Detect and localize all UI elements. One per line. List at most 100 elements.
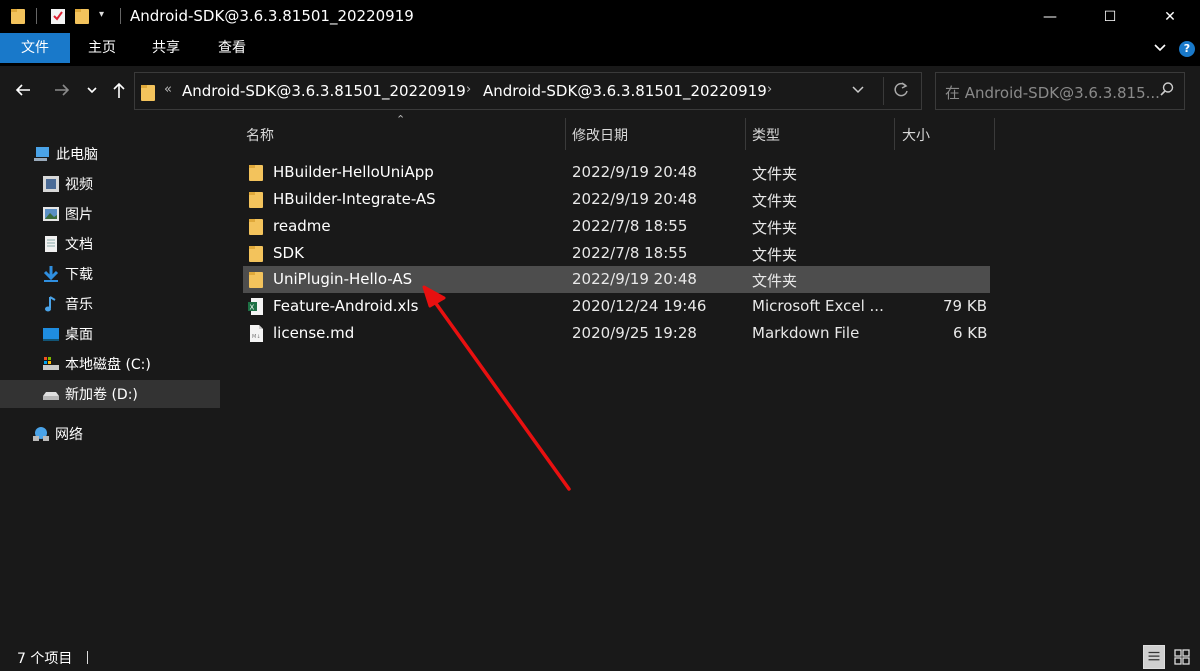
search-input[interactable]: 在 Android-SDK@3.6.3.815... [945, 82, 1160, 103]
breadcrumb-segment[interactable]: Android-SDK@3.6.3.81501_20220919 [182, 82, 466, 100]
tab-file[interactable]: 文件 [0, 33, 70, 63]
maximize-button[interactable]: ☐ [1087, 0, 1133, 33]
svg-text:X: X [250, 304, 255, 312]
file-type: 文件夹 [752, 165, 798, 183]
status-bar: 7 个项目 [0, 641, 1200, 671]
tab-home[interactable]: 主页 [78, 33, 126, 63]
sidebar-item-label: 此电脑 [56, 147, 98, 163]
address-history-chevron-icon[interactable] [851, 83, 865, 97]
folder-icon [249, 246, 263, 262]
file-row[interactable]: HBuilder-HelloUniApp 2022/9/19 20:48 文件夹 [243, 159, 990, 186]
file-type: Microsoft Excel ... [752, 297, 884, 315]
file-name: UniPlugin-Hello-AS [273, 270, 413, 288]
refresh-icon[interactable] [892, 81, 910, 99]
sidebar-item-label: 网络 [55, 427, 83, 443]
folder-icon[interactable] [10, 7, 26, 25]
expand-ribbon-chevron-icon[interactable] [1152, 40, 1168, 56]
item-count: 7 个项目 [17, 651, 73, 667]
tab-view[interactable]: 查看 [208, 33, 256, 63]
back-arrow-icon[interactable] [13, 80, 33, 100]
sidebar-item-label: 本地磁盘 (C:) [65, 357, 151, 373]
help-icon[interactable]: ? [1179, 41, 1195, 57]
file-row[interactable]: readme 2022/7/8 18:55 文件夹 [243, 213, 990, 240]
up-arrow-icon[interactable] [110, 80, 128, 100]
sidebar-item-network[interactable]: 网络 [0, 420, 220, 448]
folder-icon [249, 219, 263, 235]
sort-ascending-icon: ⌃ [396, 113, 406, 126]
column-header-date[interactable]: 修改日期 [572, 125, 628, 145]
column-header-type[interactable]: 类型 [752, 125, 780, 145]
file-row[interactable]: SDK 2022/7/8 18:55 文件夹 [243, 240, 990, 267]
close-button[interactable]: ✕ [1147, 0, 1193, 33]
search-box[interactable]: 在 Android-SDK@3.6.3.815... [935, 72, 1185, 110]
folder-icon [249, 192, 263, 208]
title-separator [36, 8, 37, 24]
sidebar-item-drive-c[interactable]: 本地磁盘 (C:) [0, 350, 220, 378]
status-separator [87, 651, 88, 664]
markdown-file-icon: M↓ [250, 325, 263, 342]
file-type: Markdown File [752, 324, 860, 342]
file-type: 文件夹 [752, 272, 798, 290]
column-header-name[interactable]: 名称 [246, 125, 274, 145]
sidebar-item-videos[interactable]: 视频 [0, 170, 220, 198]
file-name: readme [273, 217, 331, 235]
sidebar-item-music[interactable]: 音乐 [0, 290, 220, 318]
computer-icon [34, 147, 49, 161]
details-view-icon[interactable] [1143, 645, 1165, 669]
recent-locations-chevron-icon[interactable] [86, 84, 98, 96]
address-overflow-icon[interactable]: « [164, 82, 172, 97]
tab-share[interactable]: 共享 [142, 33, 190, 63]
pictures-icon [43, 207, 59, 221]
breadcrumb-segment[interactable]: Android-SDK@3.6.3.81501_20220919 [483, 82, 767, 100]
folder-icon [141, 85, 155, 101]
column-divider[interactable] [565, 118, 566, 150]
address-bar[interactable]: « Android-SDK@3.6.3.81501_20220919 › And… [134, 72, 922, 110]
customize-toolbar-chevron-icon[interactable]: ▾ [99, 9, 115, 27]
minimize-button[interactable]: — [1027, 0, 1073, 33]
column-divider[interactable] [894, 118, 895, 150]
column-header-size[interactable]: 大小 [902, 125, 930, 145]
sidebar-item-documents[interactable]: 文档 [0, 230, 220, 258]
sidebar-item-drive-d[interactable]: 新加卷 (D:) [0, 380, 220, 408]
properties-icon[interactable] [50, 7, 66, 25]
file-size: 6 KB [953, 324, 988, 342]
new-folder-icon[interactable] [74, 7, 90, 25]
file-name: HBuilder-HelloUniApp [273, 163, 434, 181]
file-type: 文件夹 [752, 246, 798, 264]
breadcrumb-chevron-icon[interactable]: › [466, 82, 471, 97]
file-row[interactable]: UniPlugin-Hello-AS 2022/9/19 20:48 文件夹 [243, 266, 990, 293]
file-list: ⌃ 名称 修改日期 类型 大小 HBuilder-HelloUniApp 202… [220, 113, 1200, 641]
sidebar-item-label: 图片 [65, 207, 93, 223]
file-row[interactable]: HBuilder-Integrate-AS 2022/9/19 20:48 文件… [243, 186, 990, 213]
desktop-icon [43, 328, 59, 341]
large-icons-view-icon[interactable] [1172, 646, 1192, 668]
navigation-pane: 此电脑 视频 图片 文档 下载 音乐 桌面 本地磁盘 (C:) 新加卷 (D:)… [0, 116, 220, 641]
file-row[interactable]: X Feature-Android.xls 2020/12/24 19:46 M… [243, 293, 990, 320]
documents-icon [45, 236, 57, 252]
video-icon [43, 176, 59, 192]
file-date: 2020/12/24 19:46 [572, 297, 707, 315]
sidebar-item-desktop[interactable]: 桌面 [0, 320, 220, 348]
ribbon-tabs: 文件 主页 共享 查看 ? [0, 33, 1200, 66]
file-row[interactable]: M↓ license.md 2020/9/25 19:28 Markdown F… [243, 320, 990, 347]
file-date: 2020/9/25 19:28 [572, 324, 697, 342]
file-date: 2022/7/8 18:55 [572, 244, 688, 262]
sidebar-item-downloads[interactable]: 下载 [0, 260, 220, 288]
file-size: 79 KB [943, 297, 987, 315]
title-bar: ▾ Android-SDK@3.6.3.81501_20220919 — ☐ ✕ [0, 0, 1200, 33]
sidebar-item-pictures[interactable]: 图片 [0, 200, 220, 228]
sidebar-item-label: 音乐 [65, 297, 93, 313]
column-divider[interactable] [745, 118, 746, 150]
sidebar-item-this-pc[interactable]: 此电脑 [0, 140, 220, 168]
column-divider[interactable] [994, 118, 995, 150]
file-type: 文件夹 [752, 219, 798, 237]
forward-arrow-icon[interactable] [52, 80, 72, 100]
file-name: HBuilder-Integrate-AS [273, 190, 436, 208]
svg-text:M↓: M↓ [252, 334, 261, 340]
drive-c-icon [43, 357, 59, 370]
window-title: Android-SDK@3.6.3.81501_20220919 [130, 7, 414, 25]
breadcrumb-chevron-icon[interactable]: › [767, 82, 772, 97]
file-name: SDK [273, 244, 304, 262]
search-icon[interactable] [1159, 81, 1175, 97]
file-name: Feature-Android.xls [273, 297, 419, 315]
